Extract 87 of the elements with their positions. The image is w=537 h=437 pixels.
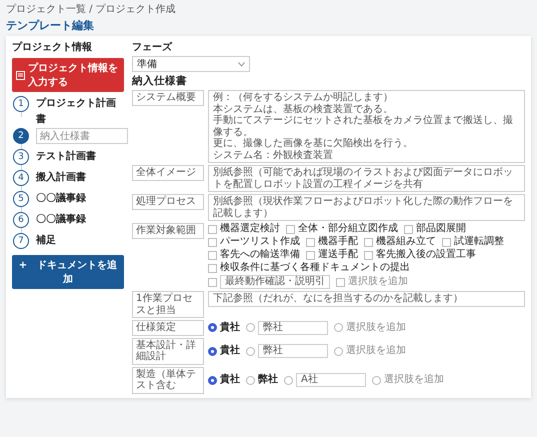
checkbox[interactable] [306,250,315,260]
enter-project-info-button[interactable]: プロジェクト情報を入力する [12,58,124,92]
page-title: テンプレート編集 [6,18,95,33]
step-number: 1 [13,96,29,112]
text-field[interactable]: 別紙参照（現状作業フローおよびロボット化した際の動作フローを記載します） [208,194,525,221]
radio-button[interactable] [246,323,255,332]
step-label[interactable]: 搬入計画書 [36,170,86,191]
radio-button[interactable] [334,346,343,356]
checkbox[interactable] [306,238,315,246]
field-label: 処理プロセス [132,194,204,210]
step-number: 7 [13,233,29,249]
option-input-field[interactable]: A社 [296,373,366,387]
radio-button[interactable] [246,346,255,356]
option-label: 貴社 [220,374,240,386]
step-label[interactable]: テスト計画書 [36,149,96,170]
field-label: システム概要 [132,90,204,106]
option-label: パーツリスト作成 [220,236,300,248]
checkbox[interactable] [442,238,451,246]
checkbox[interactable] [208,264,217,272]
radio-button[interactable] [208,376,217,384]
option-label: 全体・部分組立図作成 [298,223,398,235]
checkbox[interactable] [208,250,217,260]
chevron-down-icon [238,62,245,66]
radio-button[interactable] [208,323,217,332]
step-number: 3 [13,149,29,165]
step-number: 4 [13,170,29,186]
option-label: 客先搬入後の設置工事 [376,249,476,261]
step-label[interactable]: 〇〇議事録 [36,212,86,233]
radio-button[interactable] [284,376,293,384]
option-label: 弊社 [258,374,278,386]
checkbox[interactable] [208,278,217,286]
add-option-link[interactable]: 選択肢を追加 [346,322,406,334]
add-option-link[interactable]: 選択肢を追加 [384,374,444,386]
field-label: 製造（単体テスト含む [132,366,204,394]
text-field[interactable]: 下記参照（だれが、なにを担当するのかを記載します） [208,291,525,306]
document-name-field[interactable]: 納入仕様書 [36,128,128,144]
checkbox[interactable] [364,250,373,260]
checkbox[interactable] [404,224,413,234]
option-label: 機器組み立て [376,236,436,248]
field-label: 仕様策定 [132,320,204,336]
text-line: 更に、撮像した画像を基に欠陥検出を行う。 [213,138,414,150]
section-title: 納入仕様書 [132,74,188,88]
option-label: 部品図展開 [416,223,466,235]
field-label: 全体イメージ [132,165,204,180]
text-line: システム名：外観検査装置 [213,150,334,161]
radio-button[interactable] [334,323,343,332]
step-label[interactable]: プロジェクト計画書 [36,96,124,128]
option-label: 貴社 [220,345,240,357]
option-input-field[interactable]: 弊社 [258,344,328,358]
add-option-link[interactable]: 選択肢を追加 [346,345,406,357]
field-label: 1作業プロセスと担当 [132,291,204,318]
option-label: 機器選定検討 [220,223,280,235]
option-input-field[interactable]: 弊社 [258,320,328,335]
checkbox[interactable] [364,238,373,246]
text-line: 本システムは、基板の検査装置である。 [213,104,394,114]
radio-button[interactable] [372,376,381,384]
breadcrumb: プロジェクト一覧 / プロジェクト作成 [6,2,177,16]
checkbox[interactable] [336,278,345,286]
phase-label: フェーズ [132,40,174,54]
step-label[interactable]: 補足 [36,233,56,249]
option-label: 運送手配 [318,249,358,261]
text-line: 手動にてステージにセットされた基板をカメラ位置まで搬送し、撮像する。 [213,115,514,138]
text-line: 例：（何をするシステムか明記します） [213,92,394,104]
step-label[interactable]: 〇〇議事録 [36,191,86,212]
add-document-button[interactable]: + ドキュメントを追加 [12,255,124,289]
radio-button[interactable] [246,376,255,384]
field-label: 基本設計・詳細設計 [132,338,204,364]
step-number: 5 [13,191,29,207]
text-area[interactable]: 例：（何をするシステムか明記します） 本システムは、基板の検査装置である。 手動にてステージにセットされた基板をカメラ位置まで搬送し、撮像する。 更に、撮像した画像を基に欠陥検出を行う。 システム名：外観検査装置 [208,90,525,163]
field-label: 作業対象範囲 [132,223,204,238]
option-input-field[interactable]: 最終動作確認・説明引 [220,275,330,289]
step-number: 2 [13,128,29,144]
option-label: 検収条件に基づく各種ドキュメントの提出 [220,262,410,274]
checkbox[interactable] [208,238,217,246]
option-label: 貴社 [220,322,240,334]
checkbox[interactable] [286,224,295,234]
step-number: 6 [13,212,29,228]
option-label: 試運転調整 [454,236,504,248]
option-label: 客先への輸送準備 [220,249,300,261]
radio-button[interactable] [208,346,217,356]
form-icon [16,70,25,80]
add-option-link[interactable]: 選択肢を追加 [348,276,408,288]
phase-select[interactable]: 準備 [132,56,250,72]
checkbox[interactable] [208,224,217,234]
sidebar-heading: プロジェクト情報 [12,40,93,54]
text-field[interactable]: 別紙参照（可能であれば現場のイラストおよび図面データにロボットを配置しロボット設置の工程イメージを共有 [208,165,525,192]
option-label: 機器手配 [318,236,358,248]
